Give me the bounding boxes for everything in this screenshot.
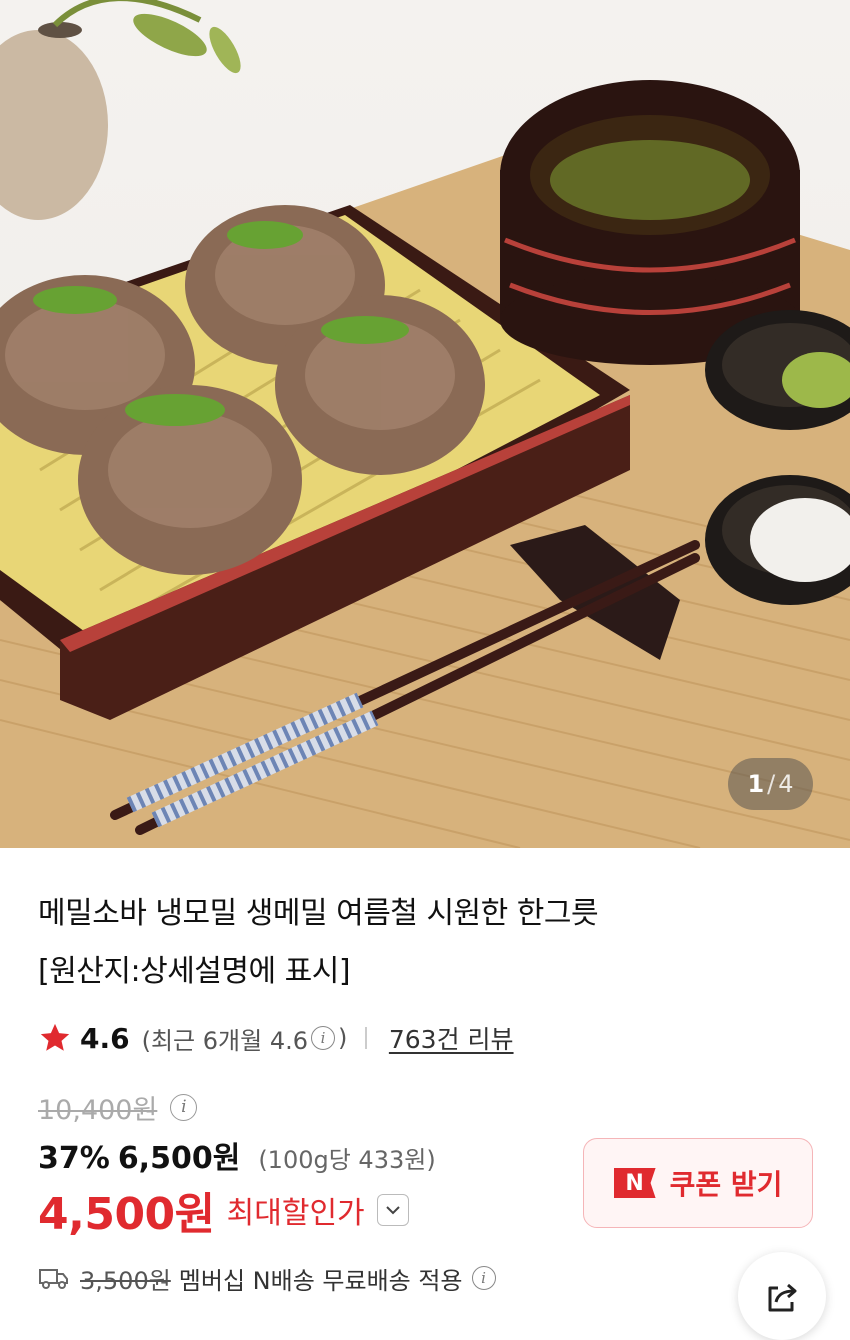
image-counter: 1 / 4 (728, 758, 813, 810)
sale-price: 6,500원 (117, 1141, 241, 1176)
product-title-line1: 메밀소바 냉모밀 생메밀 여름철 시원한 한그릇 (38, 896, 599, 931)
info-icon[interactable]: i (311, 1026, 335, 1050)
image-counter-total: 4 (778, 770, 794, 798)
review-count-link[interactable]: 763건 리뷰 (389, 1020, 514, 1056)
share-icon (768, 1283, 797, 1312)
original-price: 10,400원 (38, 1094, 158, 1126)
max-discount-label: 최대할인가 (226, 1196, 365, 1231)
divider (365, 1027, 367, 1049)
image-counter-current: 1 (747, 770, 765, 798)
rating-row: 4.6 (최근 6개월 4.6 i ) 763건 리뷰 (38, 1013, 514, 1063)
recent-rating: (최근 6개월 4.6 i ) (142, 1021, 348, 1056)
chevron-down-icon[interactable] (376, 1194, 409, 1226)
unit-price: (100g당 433원) (258, 1146, 436, 1174)
coupon-label: 쿠폰 받기 (669, 1168, 783, 1201)
recent-rating-prefix: (최근 6개월 4.6 (141, 1026, 308, 1055)
image-counter-separator: / (767, 770, 776, 798)
max-discount-row[interactable]: 4,500원 최대할인가 (38, 1180, 409, 1240)
product-photo (0, 0, 850, 848)
star-icon (40, 1023, 70, 1051)
max-discount-price: 4,500원 (38, 1189, 215, 1240)
discount-row: 37% 6,500원 (100g당 433원) (38, 1133, 436, 1179)
coupon-button[interactable]: N 쿠폰 받기 (583, 1138, 813, 1228)
product-image[interactable]: 1 / 4 (0, 0, 850, 848)
shipping-row: 3,500원 멤버십 N배송 무료배송 적용 i (38, 1255, 499, 1301)
shipping-info-icon[interactable]: i (471, 1266, 496, 1290)
share-button[interactable] (738, 1252, 826, 1340)
product-title-line2: [원산지:상세설명에 표시] (38, 954, 351, 989)
original-price-row: 10,400원 i (38, 1085, 200, 1129)
shipping-text: 멤버십 N배송 무료배송 적용 (178, 1266, 463, 1295)
shipping-fee: 3,500원 (80, 1266, 171, 1295)
truck-icon (39, 1269, 68, 1289)
rating-value: 4.6 (80, 1021, 130, 1055)
discount-rate: 37% (38, 1141, 110, 1176)
product-title: 메밀소바 냉모밀 생메밀 여름철 시원한 한그릇 [원산지:상세설명에 표시] (38, 885, 798, 1001)
naver-n-icon: N (613, 1168, 656, 1198)
price-info-icon[interactable]: i (170, 1093, 198, 1121)
recent-rating-suffix: ) (338, 1024, 348, 1052)
